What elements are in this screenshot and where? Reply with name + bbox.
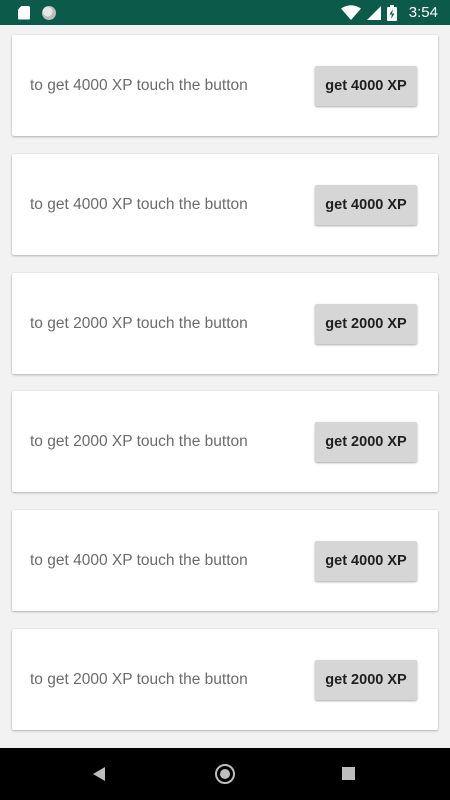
- card-description: to get 2000 XP touch the button: [30, 314, 248, 332]
- home-icon[interactable]: [215, 764, 235, 784]
- status-time: 3:54: [408, 4, 438, 21]
- get-xp-button[interactable]: get 2000 XP: [315, 304, 417, 344]
- get-xp-button[interactable]: get 2000 XP: [315, 422, 417, 462]
- xp-card: to get 4000 XP touch the button get 4000…: [12, 510, 438, 611]
- sync-circle-icon: [42, 5, 56, 20]
- get-xp-button[interactable]: get 4000 XP: [315, 185, 417, 225]
- status-bar-left: [18, 0, 56, 25]
- back-icon[interactable]: [93, 767, 105, 781]
- sd-card-icon: [18, 5, 30, 20]
- get-xp-button[interactable]: get 4000 XP: [315, 541, 417, 581]
- status-bar-right: 3:54: [340, 0, 438, 25]
- xp-card: to get 2000 XP touch the button get 2000…: [12, 629, 438, 730]
- card-description: to get 4000 XP touch the button: [30, 195, 248, 213]
- get-xp-button[interactable]: get 4000 XP: [315, 66, 417, 106]
- xp-card: to get 4000 XP touch the button get 4000…: [12, 35, 438, 136]
- xp-card: to get 2000 XP touch the button get 2000…: [12, 391, 438, 492]
- card-description: to get 4000 XP touch the button: [30, 551, 248, 569]
- xp-card: to get 2000 XP touch the button get 2000…: [12, 273, 438, 374]
- battery-charging-icon: [386, 4, 397, 21]
- status-bar: 3:54: [0, 0, 450, 25]
- navigation-bar: [0, 748, 450, 800]
- wifi-icon: [340, 4, 361, 20]
- get-xp-button[interactable]: get 2000 XP: [315, 660, 417, 700]
- recent-apps-icon[interactable]: [342, 767, 355, 780]
- xp-card: to get 4000 XP touch the button get 4000…: [12, 154, 438, 255]
- card-description: to get 2000 XP touch the button: [30, 432, 248, 450]
- card-description: to get 4000 XP touch the button: [30, 76, 248, 94]
- xp-list[interactable]: to get 4000 XP touch the button get 4000…: [0, 25, 450, 748]
- signal-icon: [366, 5, 381, 20]
- card-description: to get 2000 XP touch the button: [30, 670, 248, 688]
